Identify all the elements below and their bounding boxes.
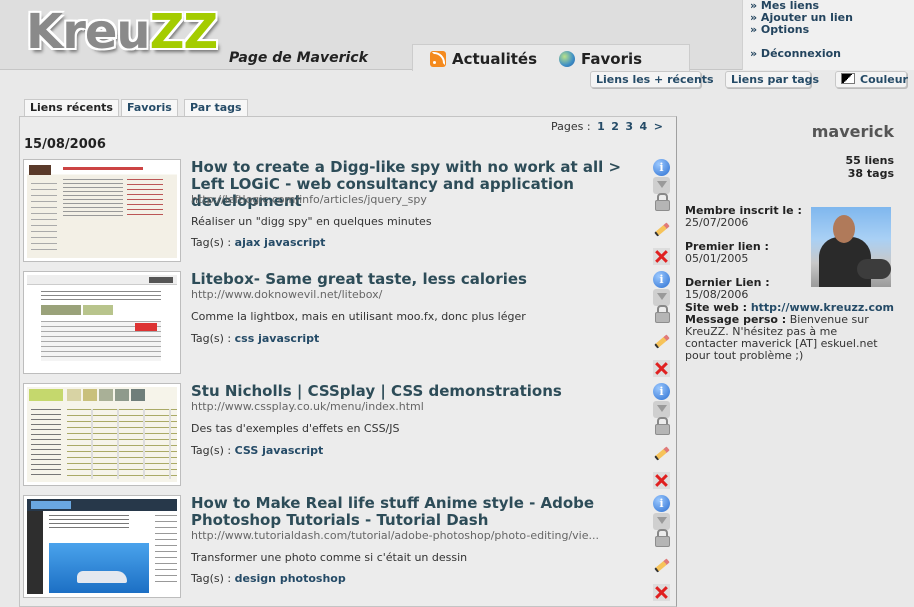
info-icon[interactable]: i: [653, 159, 670, 176]
link-url[interactable]: http://www.tutorialdash.com/tutorial/ado…: [191, 529, 599, 542]
link-thumbnail[interactable]: [23, 271, 181, 374]
color-swatch-icon: [841, 73, 855, 84]
link-description: Des tas d'exemples d'effets en CSS/JS: [191, 422, 400, 435]
links-count: 55 liens: [845, 154, 894, 167]
rss-icon: [430, 51, 446, 67]
info-icon[interactable]: i: [653, 495, 670, 512]
link-actions: i: [653, 495, 671, 601]
tab-actualites-label: Actualités: [452, 50, 538, 68]
link-url[interactable]: http://www.cssplay.co.uk/menu/index.html: [191, 400, 424, 413]
member-since-date: 25/07/2006: [685, 216, 749, 229]
tags-count: 38 tags: [847, 167, 894, 180]
edit-pencil-icon[interactable]: [653, 332, 670, 349]
link-entry: How to Make Real life stuff Anime style …: [23, 495, 673, 601]
lock-icon[interactable]: [653, 528, 670, 547]
edit-pencil-icon[interactable]: [653, 556, 670, 573]
link-tags: Tag(s) : CSS javascript: [191, 444, 323, 457]
delete-icon[interactable]: [653, 584, 670, 601]
tags-label: Tag(s) :: [191, 236, 232, 249]
pagination: Pages : 1 2 3 4 >: [551, 120, 663, 133]
link-title[interactable]: Litebox- Same great taste, less calories: [191, 271, 651, 288]
link-description: Comme la lightbox, mais en utilisant moo…: [191, 310, 526, 323]
page-link-2[interactable]: 2: [611, 120, 619, 133]
link-actions: i: [653, 383, 671, 489]
kreuzz-logo[interactable]: KreuZZ: [26, 4, 219, 60]
color-button[interactable]: Couleur: [835, 71, 908, 88]
info-icon[interactable]: i: [653, 383, 670, 400]
main-tabs: Actualités Favoris: [412, 44, 690, 71]
avatar-head-shape: [833, 215, 855, 243]
tab-favoris-label: Favoris: [581, 50, 643, 68]
menu-options[interactable]: » Options: [750, 24, 914, 36]
delete-icon[interactable]: [653, 360, 670, 377]
tab-favoris[interactable]: Favoris: [559, 50, 642, 68]
tab-actualites[interactable]: Actualités: [430, 50, 537, 68]
link-tags: Tag(s) : design photoshop: [191, 572, 346, 585]
tag-list[interactable]: css javascript: [235, 332, 320, 345]
link-url[interactable]: http://leftlogic.com/info/articles/jquer…: [191, 193, 427, 206]
tag-list[interactable]: design photoshop: [235, 572, 346, 585]
header: KreuZZ Page de Maverick Actualités Favor…: [0, 0, 914, 71]
page-link-1[interactable]: 1: [597, 120, 605, 133]
logo-text-zz: ZZ: [149, 4, 219, 60]
lock-icon[interactable]: [653, 304, 670, 323]
link-description: Réaliser un "digg spy" en quelques minut…: [191, 215, 432, 228]
avatar: [811, 207, 891, 287]
pagination-label: Pages :: [551, 120, 591, 133]
link-entry: How to create a Digg-like spy with no wo…: [23, 159, 673, 265]
last-link-date: 15/08/2006: [685, 288, 749, 301]
link-entry: Stu Nicholls | CSSplay | CSS demonstrati…: [23, 383, 673, 489]
tags-label: Tag(s) :: [191, 332, 232, 345]
tags-label: Tag(s) :: [191, 572, 232, 585]
tag-list[interactable]: CSS javascript: [235, 444, 324, 457]
tag-list[interactable]: ajax javascript: [235, 236, 326, 249]
link-title[interactable]: Stu Nicholls | CSSplay | CSS demonstrati…: [191, 383, 651, 400]
profile-name: maverick: [811, 122, 894, 141]
delete-icon[interactable]: [653, 472, 670, 489]
link-tags: Tag(s) : css javascript: [191, 332, 319, 345]
date-heading: 15/08/2006: [24, 137, 106, 152]
recent-links-button[interactable]: Liens les + récents: [590, 71, 714, 88]
tab-liens-recents[interactable]: Liens récents: [24, 99, 119, 116]
personal-message: Message perso : Bienvenue sur KreuZZ. N'…: [685, 314, 885, 362]
link-title[interactable]: How to Make Real life stuff Anime style …: [191, 495, 651, 529]
delete-icon[interactable]: [653, 248, 670, 265]
first-link-date: 05/01/2005: [685, 252, 749, 265]
user-menu: » Mes liens » Ajouter un lien » Options …: [742, 0, 914, 70]
color-button-label: Couleur: [860, 73, 908, 86]
edit-pencil-icon[interactable]: [653, 444, 670, 461]
link-entry: Litebox- Same great taste, less calories…: [23, 271, 673, 377]
link-actions: i: [653, 159, 671, 265]
page-link-4[interactable]: 4: [640, 120, 648, 133]
link-thumbnail[interactable]: [23, 383, 181, 486]
tab-par-tags[interactable]: Par tags: [184, 99, 248, 116]
lock-icon[interactable]: [653, 416, 670, 435]
profile-panel: maverick 55 liens 38 tags Membre inscrit…: [677, 119, 914, 607]
info-icon[interactable]: i: [653, 271, 670, 288]
logo-text-kreu: Kreu: [26, 4, 151, 60]
link-tags: Tag(s) : ajax javascript: [191, 236, 325, 249]
globe-icon: [559, 51, 575, 67]
edit-pencil-icon[interactable]: [653, 220, 670, 237]
links-by-tags-button[interactable]: Liens par tags: [725, 71, 819, 88]
link-thumbnail[interactable]: [23, 159, 181, 262]
page-link-next[interactable]: >: [654, 120, 663, 133]
page-link-3[interactable]: 3: [625, 120, 633, 133]
link-actions: i: [653, 271, 671, 377]
link-description: Transformer une photo comme si c'était u…: [191, 551, 468, 564]
tab-left-favoris[interactable]: Favoris: [121, 99, 178, 116]
lock-icon[interactable]: [653, 192, 670, 211]
link-thumbnail[interactable]: [23, 495, 181, 598]
link-url[interactable]: http://www.doknowevil.net/litebox/: [191, 288, 382, 301]
tags-label: Tag(s) :: [191, 444, 232, 457]
avatar-knee-shape: [857, 259, 891, 279]
page-title: Page de Maverick: [229, 50, 368, 66]
menu-deconnexion[interactable]: » Déconnexion: [750, 48, 914, 60]
